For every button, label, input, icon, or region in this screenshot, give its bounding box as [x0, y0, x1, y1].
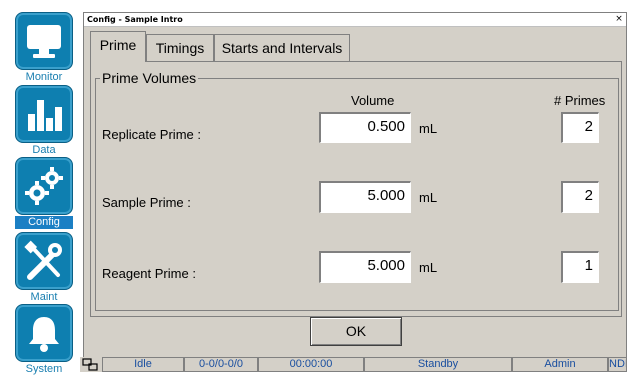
replicate-prime-count-field[interactable]: 2: [561, 112, 599, 143]
nav-system-label: System: [25, 363, 63, 375]
gears-icon: [15, 157, 73, 215]
bar-chart-icon: [15, 85, 73, 143]
replicate-prime-unit: mL: [419, 121, 438, 136]
nav-data[interactable]: Data: [15, 85, 73, 157]
status-bar: Idle 0-0/0-0/0 00:00:00 Standby Admin ND…: [80, 357, 627, 372]
group-legend: Prime Volumes: [100, 70, 199, 86]
sample-prime-label: Sample Prime :: [102, 195, 191, 210]
nav-config-label: Config: [15, 216, 73, 229]
left-nav: Monitor Data Config Maint System: [0, 0, 80, 375]
status-counter: 0-0/0-0/0: [184, 357, 258, 372]
bell-icon: [15, 304, 73, 362]
sample-prime-unit: mL: [419, 190, 438, 205]
status-mode: Standby: [364, 357, 512, 372]
nav-data-label: Data: [32, 144, 56, 156]
nav-maint-label: Maint: [30, 291, 58, 303]
nav-system[interactable]: System: [15, 304, 73, 376]
nav-monitor-label: Monitor: [25, 71, 63, 83]
ok-button[interactable]: OK: [310, 317, 402, 346]
nav-config[interactable]: Config: [15, 157, 73, 229]
tools-icon: [15, 232, 73, 290]
nav-maint[interactable]: Maint: [15, 232, 73, 304]
tab-prime[interactable]: Prime: [90, 31, 146, 62]
sample-prime-count-field[interactable]: 2: [561, 181, 599, 213]
sample-prime-volume-field[interactable]: 5.000: [319, 181, 411, 213]
nav-monitor[interactable]: Monitor: [15, 12, 73, 84]
reagent-prime-label: Reagent Prime :: [102, 266, 196, 281]
monitor-icon: [15, 12, 73, 70]
close-icon[interactable]: ×: [614, 14, 624, 24]
status-state: Idle: [102, 357, 184, 372]
replicate-prime-label: Replicate Prime :: [102, 127, 201, 142]
network-icon[interactable]: [82, 358, 98, 371]
tab-timings[interactable]: Timings: [146, 34, 214, 61]
title-bar: Config - Sample Intro ×: [84, 13, 626, 27]
status-time: 00:00:00: [258, 357, 364, 372]
status-extra: NDIR: [608, 357, 627, 372]
reagent-prime-volume-field[interactable]: 5.000: [319, 251, 411, 283]
replicate-prime-volume-field[interactable]: 0.500: [319, 112, 411, 143]
volume-header: Volume: [351, 93, 395, 108]
reagent-prime-unit: mL: [419, 260, 438, 275]
status-user: Admin: [512, 357, 608, 372]
reagent-prime-count-field[interactable]: 1: [561, 251, 599, 283]
window-title: Config - Sample Intro: [87, 15, 183, 24]
prime-volumes-group: Prime Volumes Volume # Primes Replicate …: [95, 70, 619, 311]
tab-panel: Prime Volumes Volume # Primes Replicate …: [90, 61, 622, 317]
config-window: Config - Sample Intro × Prime Timings St…: [83, 12, 627, 360]
primes-header: # Primes: [554, 93, 606, 108]
tab-starts-and-intervals[interactable]: Starts and Intervals: [214, 34, 350, 61]
